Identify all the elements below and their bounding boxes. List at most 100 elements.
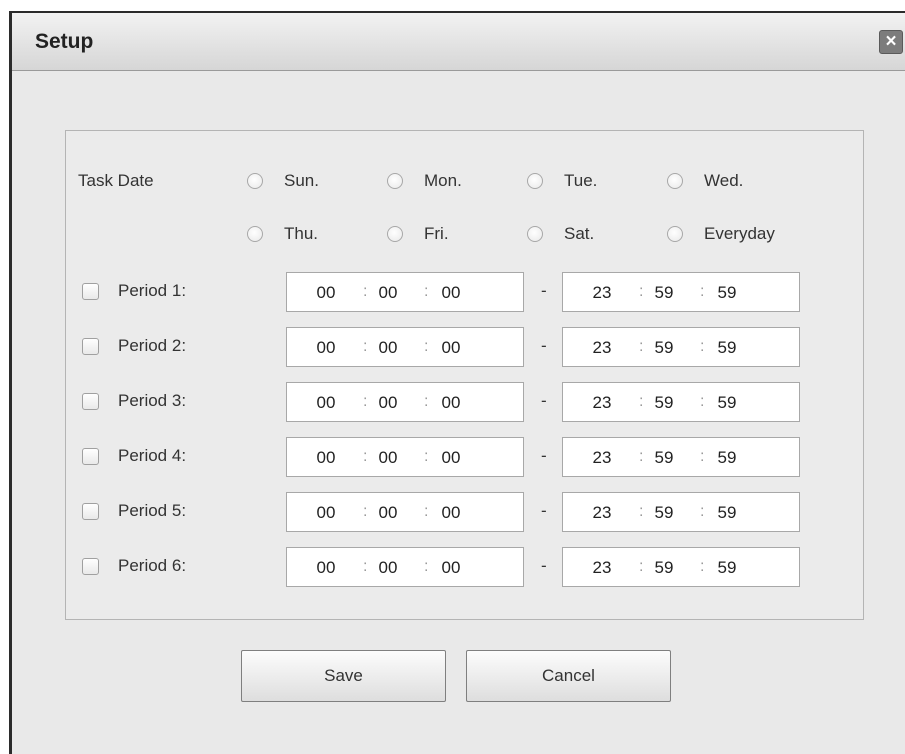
time-separator: : [424,503,429,520]
end-hour-field[interactable]: 23 [582,393,622,413]
time-separator: : [363,283,368,300]
time-separator: : [639,503,644,520]
period-6-end-time[interactable]: 23 : 59 : 59 [562,547,800,587]
time-separator: : [700,283,705,300]
day-label-sun: Sun. [284,171,319,190]
end-second-field[interactable]: 59 [707,393,747,413]
time-separator: : [363,558,368,575]
cancel-button[interactable]: Cancel [466,650,671,702]
period-4-label: Period 4: [118,446,187,465]
time-separator: : [639,393,644,410]
period-1-start-time[interactable]: 00 : 00 : 00 [286,272,524,312]
radio-tue[interactable] [527,173,543,189]
start-minute-field[interactable]: 00 [368,503,408,523]
end-minute-field[interactable]: 59 [644,338,684,358]
period-2-end-time[interactable]: 23 : 59 : 59 [562,327,800,367]
time-separator: : [639,338,644,355]
end-second-field[interactable]: 59 [707,338,747,358]
start-minute-field[interactable]: 00 [368,393,408,413]
end-second-field[interactable]: 59 [707,558,747,578]
period-4-end-time[interactable]: 23 : 59 : 59 [562,437,800,477]
time-separator: : [700,558,705,575]
day-label-thu: Thu. [284,224,319,243]
period-5-checkbox[interactable] [82,503,99,520]
time-separator: : [363,338,368,355]
period-3-start-time[interactable]: 00 : 00 : 00 [286,382,524,422]
end-minute-field[interactable]: 59 [644,558,684,578]
end-second-field[interactable]: 59 [707,503,747,523]
period-2-label: Period 2: [118,336,187,355]
end-hour-field[interactable]: 23 [582,338,622,358]
radio-thu[interactable] [247,226,263,242]
period-2-checkbox[interactable] [82,338,99,355]
start-second-field[interactable]: 00 [431,558,471,578]
end-hour-field[interactable]: 23 [582,283,622,303]
start-second-field[interactable]: 00 [431,448,471,468]
period-3-end-time[interactable]: 23 : 59 : 59 [562,382,800,422]
end-hour-field[interactable]: 23 [582,503,622,523]
period-1-label: Period 1: [118,281,187,300]
dialog-titlebar: Setup × [12,13,905,71]
period-3-checkbox[interactable] [82,393,99,410]
time-separator: : [363,393,368,410]
end-hour-field[interactable]: 23 [582,558,622,578]
period-6-checkbox[interactable] [82,558,99,575]
task-date-label: Task Date [78,171,154,190]
close-icon[interactable]: × [879,30,903,54]
start-minute-field[interactable]: 00 [368,448,408,468]
time-separator: : [424,393,429,410]
time-separator: : [700,338,705,355]
start-second-field[interactable]: 00 [431,503,471,523]
start-second-field[interactable]: 00 [431,338,471,358]
time-separator: : [700,448,705,465]
radio-everyday[interactable] [667,226,683,242]
radio-sat[interactable] [527,226,543,242]
radio-sun[interactable] [247,173,263,189]
period-5-start-time[interactable]: 00 : 00 : 00 [286,492,524,532]
start-hour-field[interactable]: 00 [306,448,346,468]
day-label-everyday: Everyday [704,224,775,243]
time-separator: : [363,448,368,465]
dialog-title: Setup [35,30,94,53]
end-minute-field[interactable]: 59 [644,503,684,523]
period-2-start-time[interactable]: 00 : 00 : 00 [286,327,524,367]
period-1-checkbox[interactable] [82,283,99,300]
start-second-field[interactable]: 00 [431,393,471,413]
end-second-field[interactable]: 59 [707,448,747,468]
time-separator: : [700,503,705,520]
start-hour-field[interactable]: 00 [306,503,346,523]
day-label-fri: Fri. [424,224,449,243]
period-4-checkbox[interactable] [82,448,99,465]
radio-fri[interactable] [387,226,403,242]
end-minute-field[interactable]: 59 [644,393,684,413]
range-separator: - [541,336,547,355]
range-separator: - [541,501,547,520]
day-label-sat: Sat. [564,224,595,243]
radio-wed[interactable] [667,173,683,189]
period-4-start-time[interactable]: 00 : 00 : 00 [286,437,524,477]
start-hour-field[interactable]: 00 [306,393,346,413]
radio-mon[interactable] [387,173,403,189]
range-separator: - [541,391,547,410]
start-second-field[interactable]: 00 [431,283,471,303]
start-minute-field[interactable]: 00 [368,283,408,303]
range-separator: - [541,281,547,300]
start-minute-field[interactable]: 00 [368,558,408,578]
period-1-end-time[interactable]: 23 : 59 : 59 [562,272,800,312]
end-hour-field[interactable]: 23 [582,448,622,468]
save-button[interactable]: Save [241,650,446,702]
time-separator: : [639,558,644,575]
end-minute-field[interactable]: 59 [644,283,684,303]
setup-dialog: Setup × Task Date Sun. Mon. Tue. Wed. Th… [9,11,905,754]
time-separator: : [424,558,429,575]
start-hour-field[interactable]: 00 [306,558,346,578]
start-hour-field[interactable]: 00 [306,338,346,358]
end-minute-field[interactable]: 59 [644,448,684,468]
period-6-start-time[interactable]: 00 : 00 : 00 [286,547,524,587]
start-hour-field[interactable]: 00 [306,283,346,303]
start-minute-field[interactable]: 00 [368,338,408,358]
time-separator: : [424,448,429,465]
period-5-label: Period 5: [118,501,187,520]
period-5-end-time[interactable]: 23 : 59 : 59 [562,492,800,532]
end-second-field[interactable]: 59 [707,283,747,303]
